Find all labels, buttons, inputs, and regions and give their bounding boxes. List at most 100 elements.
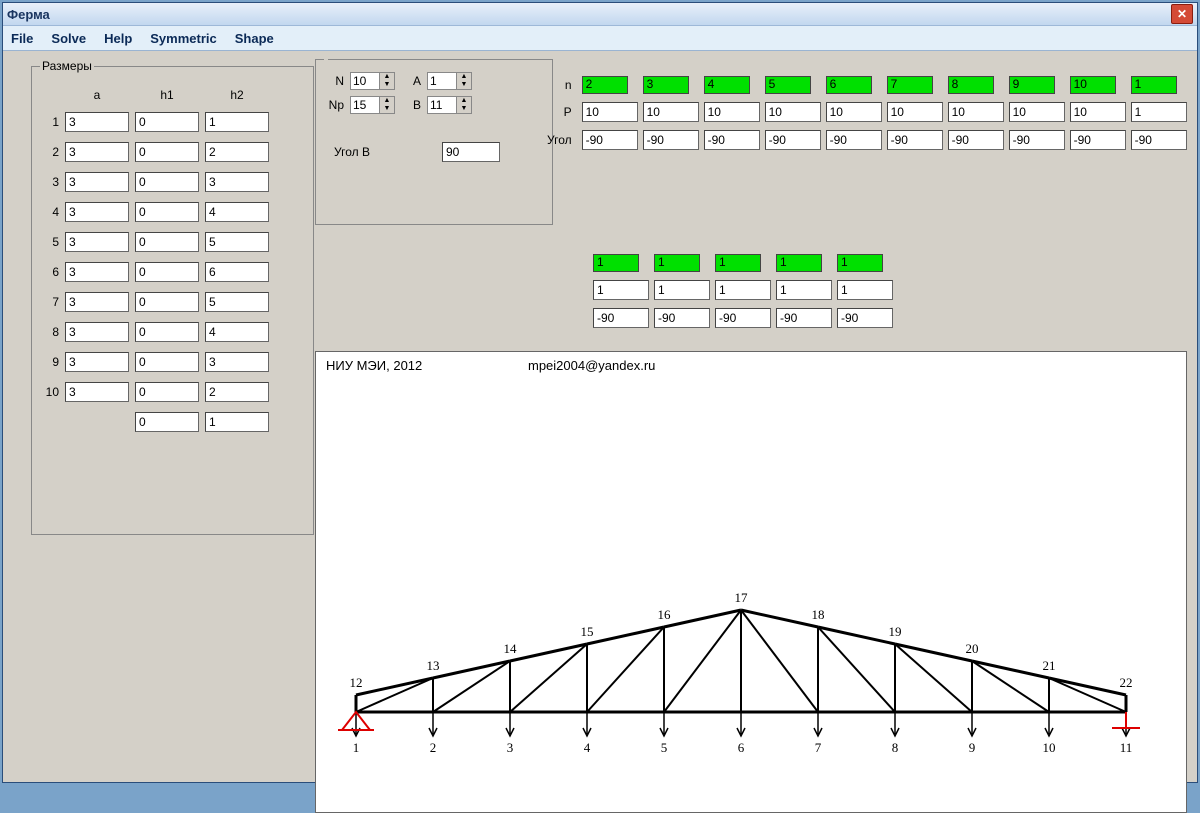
load-n-cell[interactable]: 8: [948, 76, 994, 94]
load-cell[interactable]: [1131, 102, 1187, 122]
load-cell[interactable]: [715, 280, 771, 300]
sizes-a[interactable]: [65, 352, 129, 372]
load-cell[interactable]: [715, 308, 771, 328]
load-cell[interactable]: [704, 130, 760, 150]
load-cell[interactable]: [593, 280, 649, 300]
sizes-h1[interactable]: [135, 112, 199, 132]
down-icon[interactable]: ▼: [379, 105, 394, 113]
up-icon[interactable]: ▲: [379, 97, 394, 105]
load-cell[interactable]: [643, 130, 699, 150]
sizes-h2[interactable]: [205, 262, 269, 282]
sizes-extra-h2[interactable]: [205, 412, 269, 432]
load-cell[interactable]: [826, 130, 882, 150]
sizes-a[interactable]: [65, 202, 129, 222]
load-cell[interactable]: [593, 308, 649, 328]
B-input[interactable]: [428, 97, 456, 113]
load-n-cell[interactable]: 1: [1131, 76, 1177, 94]
load-n-cell[interactable]: 1: [837, 254, 883, 272]
sizes-h2[interactable]: [205, 142, 269, 162]
load-cell[interactable]: [704, 102, 760, 122]
load-n-cell[interactable]: 7: [887, 76, 933, 94]
load-cell[interactable]: [654, 308, 710, 328]
load-n-cell[interactable]: 4: [704, 76, 750, 94]
down-icon[interactable]: ▼: [456, 81, 471, 89]
Np-spinner[interactable]: ▲▼: [350, 96, 395, 114]
sizes-h1[interactable]: [135, 382, 199, 402]
sizes-h2[interactable]: [205, 112, 269, 132]
load-cell[interactable]: [948, 130, 1004, 150]
up-icon[interactable]: ▲: [456, 73, 471, 81]
B-spinner[interactable]: ▲▼: [427, 96, 472, 114]
sizes-h1[interactable]: [135, 322, 199, 342]
N-input[interactable]: [351, 73, 379, 89]
load-n-cell[interactable]: 5: [765, 76, 811, 94]
load-n-cell[interactable]: 10: [1070, 76, 1116, 94]
sizes-h2[interactable]: [205, 352, 269, 372]
sizes-h1[interactable]: [135, 262, 199, 282]
sizes-a[interactable]: [65, 382, 129, 402]
sizes-h1[interactable]: [135, 172, 199, 192]
sizes-h1[interactable]: [135, 202, 199, 222]
sizes-h2[interactable]: [205, 382, 269, 402]
load-cell[interactable]: [582, 130, 638, 150]
sizes-h2[interactable]: [205, 172, 269, 192]
menu-symmetric[interactable]: Symmetric: [150, 31, 216, 46]
sizes-extra-h1[interactable]: [135, 412, 199, 432]
load-n-cell[interactable]: 1: [654, 254, 700, 272]
load-cell[interactable]: [776, 308, 832, 328]
sizes-h2[interactable]: [205, 322, 269, 342]
load-cell[interactable]: [1009, 102, 1065, 122]
load-cell[interactable]: [887, 102, 943, 122]
load-n-cell[interactable]: 3: [643, 76, 689, 94]
close-button[interactable]: ✕: [1171, 4, 1193, 24]
sizes-h1[interactable]: [135, 232, 199, 252]
load-cell[interactable]: [1131, 130, 1187, 150]
load-cell[interactable]: [826, 102, 882, 122]
menu-solve[interactable]: Solve: [51, 31, 86, 46]
down-icon[interactable]: ▼: [379, 81, 394, 89]
load-cell[interactable]: [776, 280, 832, 300]
up-icon[interactable]: ▲: [456, 97, 471, 105]
load-cell[interactable]: [643, 102, 699, 122]
sizes-h2[interactable]: [205, 202, 269, 222]
load-cell[interactable]: [765, 130, 821, 150]
sizes-h2[interactable]: [205, 232, 269, 252]
sizes-a[interactable]: [65, 172, 129, 192]
load-cell[interactable]: [948, 102, 1004, 122]
Np-input[interactable]: [351, 97, 379, 113]
menu-shape[interactable]: Shape: [235, 31, 274, 46]
load-cell[interactable]: [1009, 130, 1065, 150]
angleB-input[interactable]: [442, 142, 500, 162]
sizes-h1[interactable]: [135, 352, 199, 372]
load-cell[interactable]: [582, 102, 638, 122]
load-n-cell[interactable]: 1: [715, 254, 761, 272]
load-n-cell[interactable]: 1: [593, 254, 639, 272]
sizes-h1[interactable]: [135, 292, 199, 312]
sizes-a[interactable]: [65, 112, 129, 132]
menu-file[interactable]: File: [11, 31, 33, 46]
load-cell[interactable]: [837, 308, 893, 328]
load-n-cell[interactable]: 6: [826, 76, 872, 94]
load-n-cell[interactable]: 2: [582, 76, 628, 94]
load-cell[interactable]: [654, 280, 710, 300]
load-n-cell[interactable]: 9: [1009, 76, 1055, 94]
sizes-h1[interactable]: [135, 142, 199, 162]
sizes-a[interactable]: [65, 322, 129, 342]
A-input[interactable]: [428, 73, 456, 89]
A-spinner[interactable]: ▲▼: [427, 72, 472, 90]
sizes-a[interactable]: [65, 142, 129, 162]
N-spinner[interactable]: ▲▼: [350, 72, 395, 90]
up-icon[interactable]: ▲: [379, 73, 394, 81]
load-cell[interactable]: [837, 280, 893, 300]
menu-help[interactable]: Help: [104, 31, 132, 46]
load-cell[interactable]: [1070, 130, 1126, 150]
load-cell[interactable]: [765, 102, 821, 122]
load-cell[interactable]: [887, 130, 943, 150]
load-n-cell[interactable]: 1: [776, 254, 822, 272]
load-cell[interactable]: [1070, 102, 1126, 122]
sizes-a[interactable]: [65, 262, 129, 282]
sizes-a[interactable]: [65, 232, 129, 252]
down-icon[interactable]: ▼: [456, 105, 471, 113]
sizes-a[interactable]: [65, 292, 129, 312]
sizes-h2[interactable]: [205, 292, 269, 312]
